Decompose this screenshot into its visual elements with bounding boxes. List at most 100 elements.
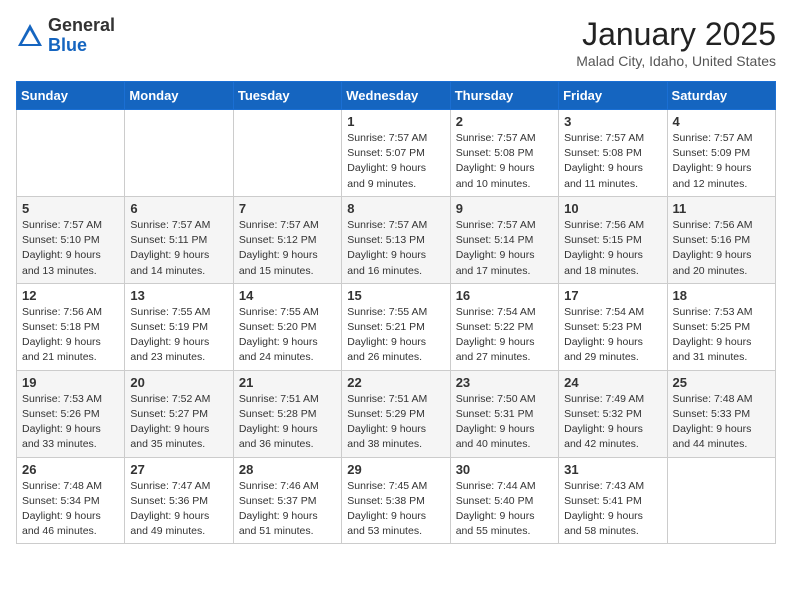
day-number: 20 (130, 375, 227, 390)
calendar-day-cell: 19 Sunrise: 7:53 AM Sunset: 5:26 PM Dayli… (17, 370, 125, 457)
day-number: 25 (673, 375, 770, 390)
day-number: 6 (130, 201, 227, 216)
calendar-day-cell: 4 Sunrise: 7:57 AM Sunset: 5:09 PM Daylig… (667, 110, 775, 197)
day-number: 21 (239, 375, 336, 390)
day-number: 29 (347, 462, 444, 477)
calendar-week-row: 26 Sunrise: 7:48 AM Sunset: 5:34 PM Dayli… (17, 457, 776, 544)
calendar-day-cell: 6 Sunrise: 7:57 AM Sunset: 5:11 PM Daylig… (125, 196, 233, 283)
day-number: 24 (564, 375, 661, 390)
weekday-header: Sunday (17, 82, 125, 110)
calendar-day-cell: 30 Sunrise: 7:44 AM Sunset: 5:40 PM Dayli… (450, 457, 558, 544)
calendar-day-cell: 9 Sunrise: 7:57 AM Sunset: 5:14 PM Daylig… (450, 196, 558, 283)
day-info: Sunrise: 7:50 AM Sunset: 5:31 PM Dayligh… (456, 392, 553, 453)
day-info: Sunrise: 7:48 AM Sunset: 5:34 PM Dayligh… (22, 479, 119, 540)
day-info: Sunrise: 7:57 AM Sunset: 5:09 PM Dayligh… (673, 131, 770, 192)
day-info: Sunrise: 7:49 AM Sunset: 5:32 PM Dayligh… (564, 392, 661, 453)
calendar-day-cell: 11 Sunrise: 7:56 AM Sunset: 5:16 PM Dayli… (667, 196, 775, 283)
calendar-day-cell: 8Sunrise: 7:57 AM Sunset: 5:13 PM Daylig… (342, 196, 450, 283)
weekday-header: Friday (559, 82, 667, 110)
calendar-header: SundayMondayTuesdayWednesdayThursdayFrid… (17, 82, 776, 110)
day-info: Sunrise: 7:54 AM Sunset: 5:22 PM Dayligh… (456, 305, 553, 366)
day-number: 7 (239, 201, 336, 216)
day-info: Sunrise: 7:57 AM Sunset: 5:07 PM Dayligh… (347, 131, 444, 192)
calendar-week-row: 1 Sunrise: 7:57 AM Sunset: 5:07 PM Daylig… (17, 110, 776, 197)
day-number: 17 (564, 288, 661, 303)
day-number: 2 (456, 114, 553, 129)
day-info: Sunrise: 7:44 AM Sunset: 5:40 PM Dayligh… (456, 479, 553, 540)
calendar-day-cell: 31 Sunrise: 7:43 AM Sunset: 5:41 PM Dayli… (559, 457, 667, 544)
day-info: Sunrise: 7:51 AM Sunset: 5:29 PM Dayligh… (347, 392, 444, 453)
calendar-day-cell: 15Sunrise: 7:55 AM Sunset: 5:21 PM Dayli… (342, 283, 450, 370)
day-info: Sunrise: 7:52 AM Sunset: 5:27 PM Dayligh… (130, 392, 227, 453)
calendar-day-cell: 29 Sunrise: 7:45 AM Sunset: 5:38 PM Dayli… (342, 457, 450, 544)
month-title: January 2025 (576, 16, 776, 53)
day-number: 15 (347, 288, 444, 303)
day-number: 18 (673, 288, 770, 303)
day-info: Sunrise: 7:56 AM Sunset: 5:18 PM Dayligh… (22, 305, 119, 366)
calendar-day-cell: 2 Sunrise: 7:57 AM Sunset: 5:08 PM Daylig… (450, 110, 558, 197)
calendar-day-cell: 16 Sunrise: 7:54 AM Sunset: 5:22 PM Dayli… (450, 283, 558, 370)
day-info: Sunrise: 7:47 AM Sunset: 5:36 PM Dayligh… (130, 479, 227, 540)
day-number: 3 (564, 114, 661, 129)
calendar-day-cell: 3 Sunrise: 7:57 AM Sunset: 5:08 PM Daylig… (559, 110, 667, 197)
day-info: Sunrise: 7:56 AM Sunset: 5:15 PM Dayligh… (564, 218, 661, 279)
calendar-day-cell: 28Sunrise: 7:46 AM Sunset: 5:37 PM Dayli… (233, 457, 341, 544)
weekday-header: Wednesday (342, 82, 450, 110)
location: Malad City, Idaho, United States (576, 53, 776, 69)
calendar-day-cell (17, 110, 125, 197)
calendar-day-cell: 5Sunrise: 7:57 AM Sunset: 5:10 PM Daylig… (17, 196, 125, 283)
title-block: January 2025 Malad City, Idaho, United S… (576, 16, 776, 69)
weekday-row: SundayMondayTuesdayWednesdayThursdayFrid… (17, 82, 776, 110)
day-info: Sunrise: 7:53 AM Sunset: 5:26 PM Dayligh… (22, 392, 119, 453)
day-info: Sunrise: 7:57 AM Sunset: 5:14 PM Dayligh… (456, 218, 553, 279)
day-number: 19 (22, 375, 119, 390)
calendar-day-cell: 17Sunrise: 7:54 AM Sunset: 5:23 PM Dayli… (559, 283, 667, 370)
day-info: Sunrise: 7:57 AM Sunset: 5:12 PM Dayligh… (239, 218, 336, 279)
calendar-day-cell: 12 Sunrise: 7:56 AM Sunset: 5:18 PM Dayli… (17, 283, 125, 370)
calendar-day-cell: 26 Sunrise: 7:48 AM Sunset: 5:34 PM Dayli… (17, 457, 125, 544)
page-header: General Blue January 2025 Malad City, Id… (16, 16, 776, 69)
day-info: Sunrise: 7:57 AM Sunset: 5:08 PM Dayligh… (564, 131, 661, 192)
day-info: Sunrise: 7:55 AM Sunset: 5:19 PM Dayligh… (130, 305, 227, 366)
calendar-week-row: 19 Sunrise: 7:53 AM Sunset: 5:26 PM Dayli… (17, 370, 776, 457)
day-number: 31 (564, 462, 661, 477)
day-number: 10 (564, 201, 661, 216)
day-info: Sunrise: 7:57 AM Sunset: 5:11 PM Dayligh… (130, 218, 227, 279)
day-number: 26 (22, 462, 119, 477)
day-info: Sunrise: 7:46 AM Sunset: 5:37 PM Dayligh… (239, 479, 336, 540)
logo-icon (16, 22, 44, 50)
day-info: Sunrise: 7:57 AM Sunset: 5:13 PM Dayligh… (347, 218, 444, 279)
day-info: Sunrise: 7:57 AM Sunset: 5:08 PM Dayligh… (456, 131, 553, 192)
calendar-day-cell: 27Sunrise: 7:47 AM Sunset: 5:36 PM Dayli… (125, 457, 233, 544)
day-info: Sunrise: 7:43 AM Sunset: 5:41 PM Dayligh… (564, 479, 661, 540)
day-number: 11 (673, 201, 770, 216)
calendar-week-row: 12 Sunrise: 7:56 AM Sunset: 5:18 PM Dayli… (17, 283, 776, 370)
calendar-day-cell: 18 Sunrise: 7:53 AM Sunset: 5:25 PM Dayli… (667, 283, 775, 370)
day-info: Sunrise: 7:56 AM Sunset: 5:16 PM Dayligh… (673, 218, 770, 279)
day-info: Sunrise: 7:53 AM Sunset: 5:25 PM Dayligh… (673, 305, 770, 366)
weekday-header: Tuesday (233, 82, 341, 110)
day-number: 12 (22, 288, 119, 303)
day-number: 4 (673, 114, 770, 129)
calendar-day-cell: 23 Sunrise: 7:50 AM Sunset: 5:31 PM Dayli… (450, 370, 558, 457)
weekday-header: Thursday (450, 82, 558, 110)
calendar-day-cell: 24 Sunrise: 7:49 AM Sunset: 5:32 PM Dayli… (559, 370, 667, 457)
calendar-day-cell (667, 457, 775, 544)
weekday-header: Monday (125, 82, 233, 110)
day-number: 5 (22, 201, 119, 216)
calendar-body: 1 Sunrise: 7:57 AM Sunset: 5:07 PM Daylig… (17, 110, 776, 544)
day-number: 1 (347, 114, 444, 129)
day-number: 9 (456, 201, 553, 216)
calendar-day-cell: 7 Sunrise: 7:57 AM Sunset: 5:12 PM Daylig… (233, 196, 341, 283)
day-info: Sunrise: 7:45 AM Sunset: 5:38 PM Dayligh… (347, 479, 444, 540)
calendar-day-cell: 25 Sunrise: 7:48 AM Sunset: 5:33 PM Dayli… (667, 370, 775, 457)
day-info: Sunrise: 7:48 AM Sunset: 5:33 PM Dayligh… (673, 392, 770, 453)
day-number: 30 (456, 462, 553, 477)
day-number: 16 (456, 288, 553, 303)
logo: General Blue (16, 16, 115, 56)
calendar-week-row: 5Sunrise: 7:57 AM Sunset: 5:10 PM Daylig… (17, 196, 776, 283)
day-number: 13 (130, 288, 227, 303)
calendar-day-cell: 22Sunrise: 7:51 AM Sunset: 5:29 PM Dayli… (342, 370, 450, 457)
calendar-day-cell (233, 110, 341, 197)
day-number: 23 (456, 375, 553, 390)
